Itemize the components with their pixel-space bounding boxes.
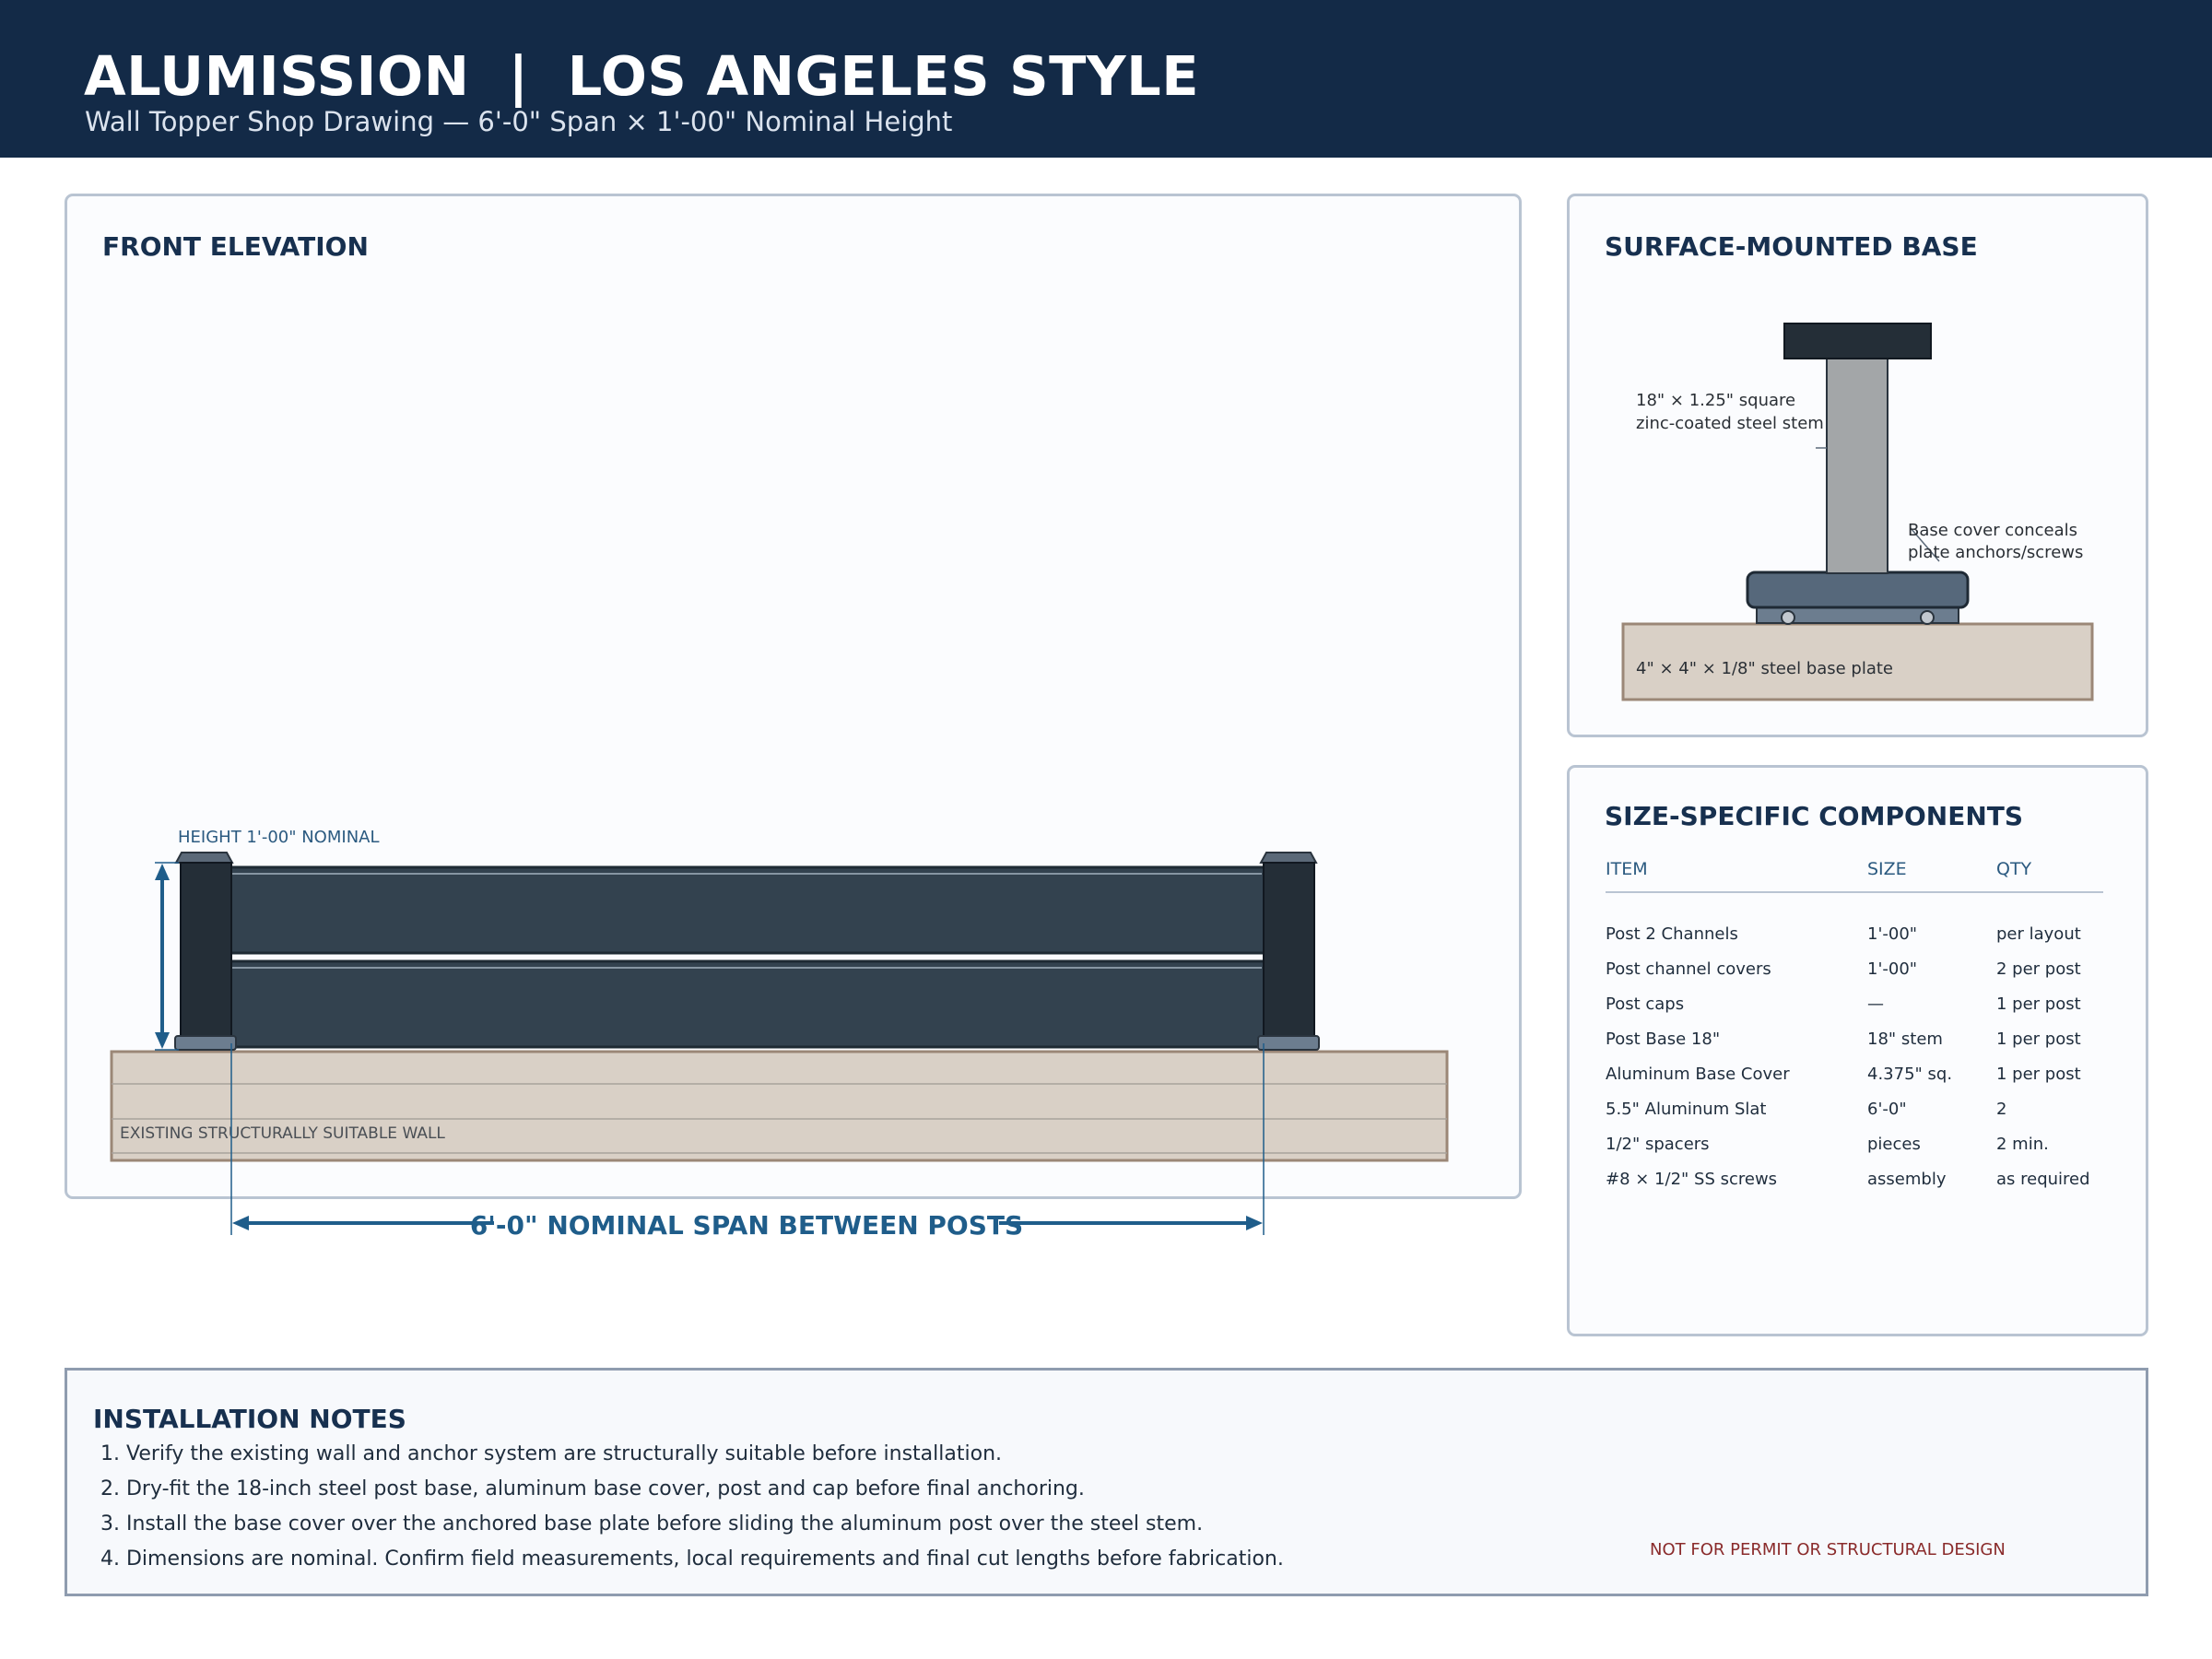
cell-qty: 1 per post [1996, 994, 2081, 1014]
cell-size: 18" stem [1867, 1030, 1943, 1049]
table-row: Post Base 18" 18" stem 1 per post [1606, 1022, 2103, 1057]
installation-notes-list: 1. Verify the existing wall and anchor s… [100, 1442, 1284, 1583]
cell-size: assembly [1867, 1170, 1947, 1189]
cell-qty: 2 [1996, 1100, 2007, 1119]
cell-item: #8 × 1/2" SS screws [1606, 1170, 1778, 1189]
cell-qty: as required [1996, 1170, 2090, 1189]
table-row: 5.5" Aluminum Slat 6'-0" 2 [1606, 1092, 2103, 1127]
cell-size: 1'-00" [1867, 924, 1918, 944]
installation-notes-title: INSTALLATION NOTES [93, 1404, 406, 1434]
cell-size: 6'-0" [1867, 1100, 1907, 1119]
cell-item: Aluminum Base Cover [1606, 1065, 1790, 1084]
page-subtitle: Wall Topper Shop Drawing — 6'-0" Span × … [85, 106, 953, 137]
cell-item: 5.5" Aluminum Slat [1606, 1100, 1767, 1119]
front-elevation-title: FRONT ELEVATION [102, 231, 369, 262]
header-item: ITEM [1606, 859, 1648, 879]
cell-size: 4.375" sq. [1867, 1065, 1953, 1084]
table-row: Post 2 Channels 1'-00" per layout [1606, 917, 2103, 952]
cell-item: Post Base 18" [1606, 1030, 1721, 1049]
table-row: #8 × 1/2" SS screws assembly as required [1606, 1162, 2103, 1197]
cell-size: — [1867, 994, 1884, 1014]
cell-item: Post caps [1606, 994, 1685, 1014]
list-item: 1. Verify the existing wall and anchor s… [100, 1442, 1003, 1465]
cell-qty: 2 min. [1996, 1135, 2049, 1154]
header-bar: ALUMISSION | LOS ANGELES STYLE Wall Topp… [0, 0, 2212, 158]
table-row: Post caps — 1 per post [1606, 987, 2103, 1022]
surface-mounted-base-panel: SURFACE-MOUNTED BASE [1567, 194, 2148, 737]
span-label: 6'-0" NOMINAL SPAN BETWEEN POSTS [470, 1210, 1023, 1241]
cell-item: Post 2 Channels [1606, 924, 1738, 944]
size-specific-components-panel: SIZE-SPECIFIC COMPONENTS ITEM SIZE QTY P… [1567, 765, 2148, 1336]
page-title: ALUMISSION | LOS ANGELES STYLE [84, 44, 1200, 108]
surface-mounted-base-title: SURFACE-MOUNTED BASE [1605, 231, 1978, 262]
components-table: ITEM SIZE QTY Post 2 Channels 1'-00" per… [1606, 856, 2103, 1197]
header-size: SIZE [1867, 859, 1907, 879]
list-item: 4. Dimensions are nominal. Confirm field… [100, 1547, 1284, 1571]
front-elevation-panel: FRONT ELEVATION [65, 194, 1522, 1199]
components-table-header: ITEM SIZE QTY [1606, 856, 2103, 893]
table-row: 1/2" spacers pieces 2 min. [1606, 1127, 2103, 1162]
cell-qty: 1 per post [1996, 1065, 2081, 1084]
cell-item: Post channel covers [1606, 959, 1771, 979]
table-row: Post channel covers 1'-00" 2 per post [1606, 952, 2103, 987]
list-item: 3. Install the base cover over the ancho… [100, 1512, 1204, 1535]
cell-size: pieces [1867, 1135, 1921, 1154]
cell-size: 1'-00" [1867, 959, 1918, 979]
cell-item: 1/2" spacers [1606, 1135, 1710, 1154]
cell-qty: 1 per post [1996, 1030, 2081, 1049]
cell-qty: per layout [1996, 924, 2081, 944]
list-item: 2. Dry-fit the 18-inch steel post base, … [100, 1477, 1085, 1500]
disclaimer-note: NOT FOR PERMIT OR STRUCTURAL DESIGN [1650, 1540, 2006, 1559]
installation-notes-panel: INSTALLATION NOTES 1. Verify the existin… [65, 1368, 2148, 1596]
components-title: SIZE-SPECIFIC COMPONENTS [1605, 801, 2024, 831]
cell-qty: 2 per post [1996, 959, 2081, 979]
table-row: Aluminum Base Cover 4.375" sq. 1 per pos… [1606, 1057, 2103, 1092]
header-qty: QTY [1996, 859, 2032, 879]
